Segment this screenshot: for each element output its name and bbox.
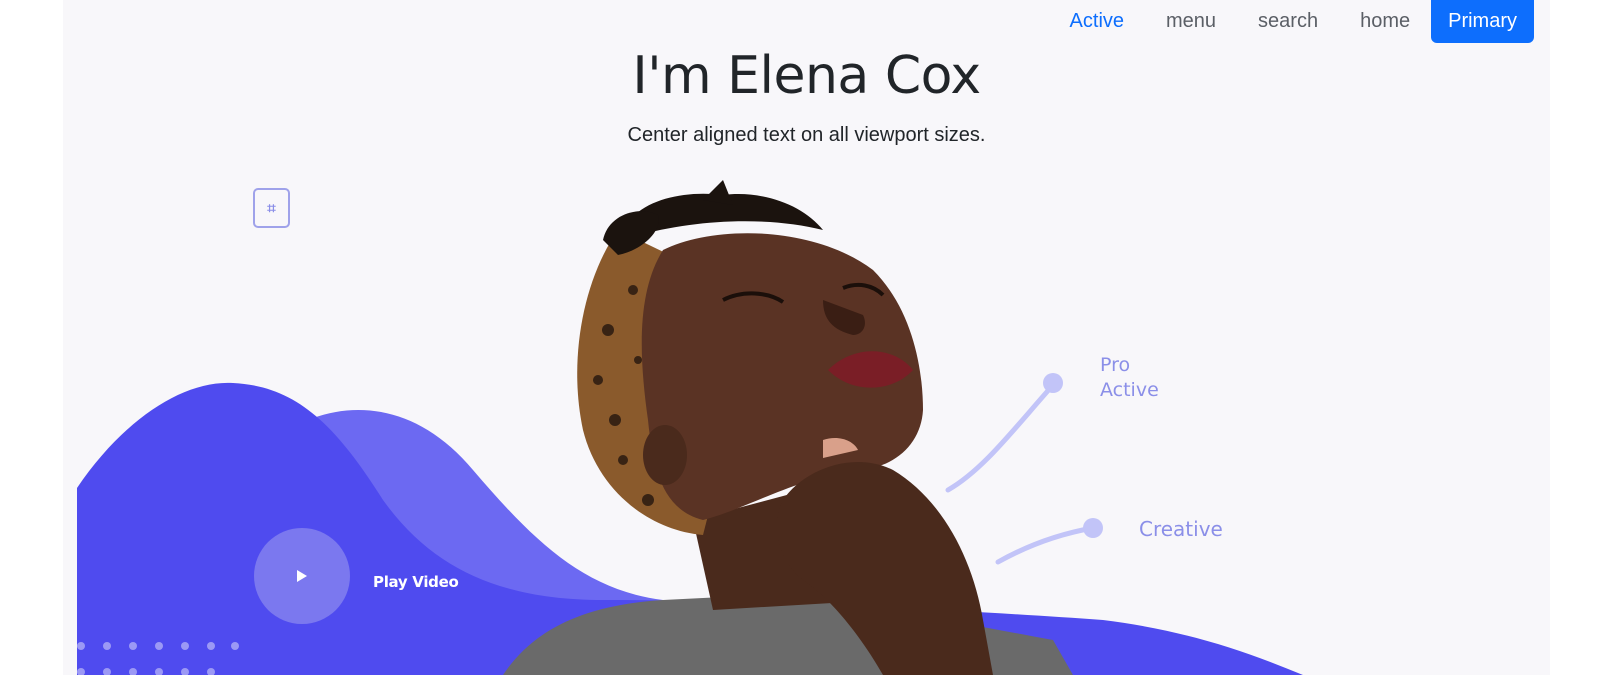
nav-item-home[interactable]: home <box>1339 0 1431 43</box>
primary-button[interactable]: Primary <box>1431 0 1534 43</box>
nav-item-menu[interactable]: menu <box>1145 0 1237 43</box>
top-navbar: Active menu search home Primary <box>1049 0 1550 43</box>
nav-item-search[interactable]: search <box>1237 0 1339 43</box>
connector-pro <box>945 382 1056 493</box>
brand-logo-icon: ⌗ <box>253 188 290 228</box>
nav-item-active[interactable]: Active <box>1049 0 1145 43</box>
connector-creative-dot <box>1083 518 1103 538</box>
connector-creative <box>995 525 1096 565</box>
hero-subtitle: Center aligned text on all viewport size… <box>627 124 986 146</box>
play-video-label[interactable]: Play Video <box>373 573 459 591</box>
connector-pro-dot <box>1043 373 1063 393</box>
pro-label-line1: Pro <box>1100 354 1131 376</box>
creative-label: Creative <box>1139 517 1223 541</box>
play-icon <box>297 570 307 582</box>
pro-active-label: Pro Active <box>1100 353 1159 403</box>
hero-title: I'm Elena Cox <box>632 46 981 106</box>
play-video-button[interactable] <box>254 528 350 624</box>
page: ⌗ Play Video Pro Active Creative Active … <box>63 0 1550 675</box>
pro-label-line2: Active <box>1100 379 1159 401</box>
